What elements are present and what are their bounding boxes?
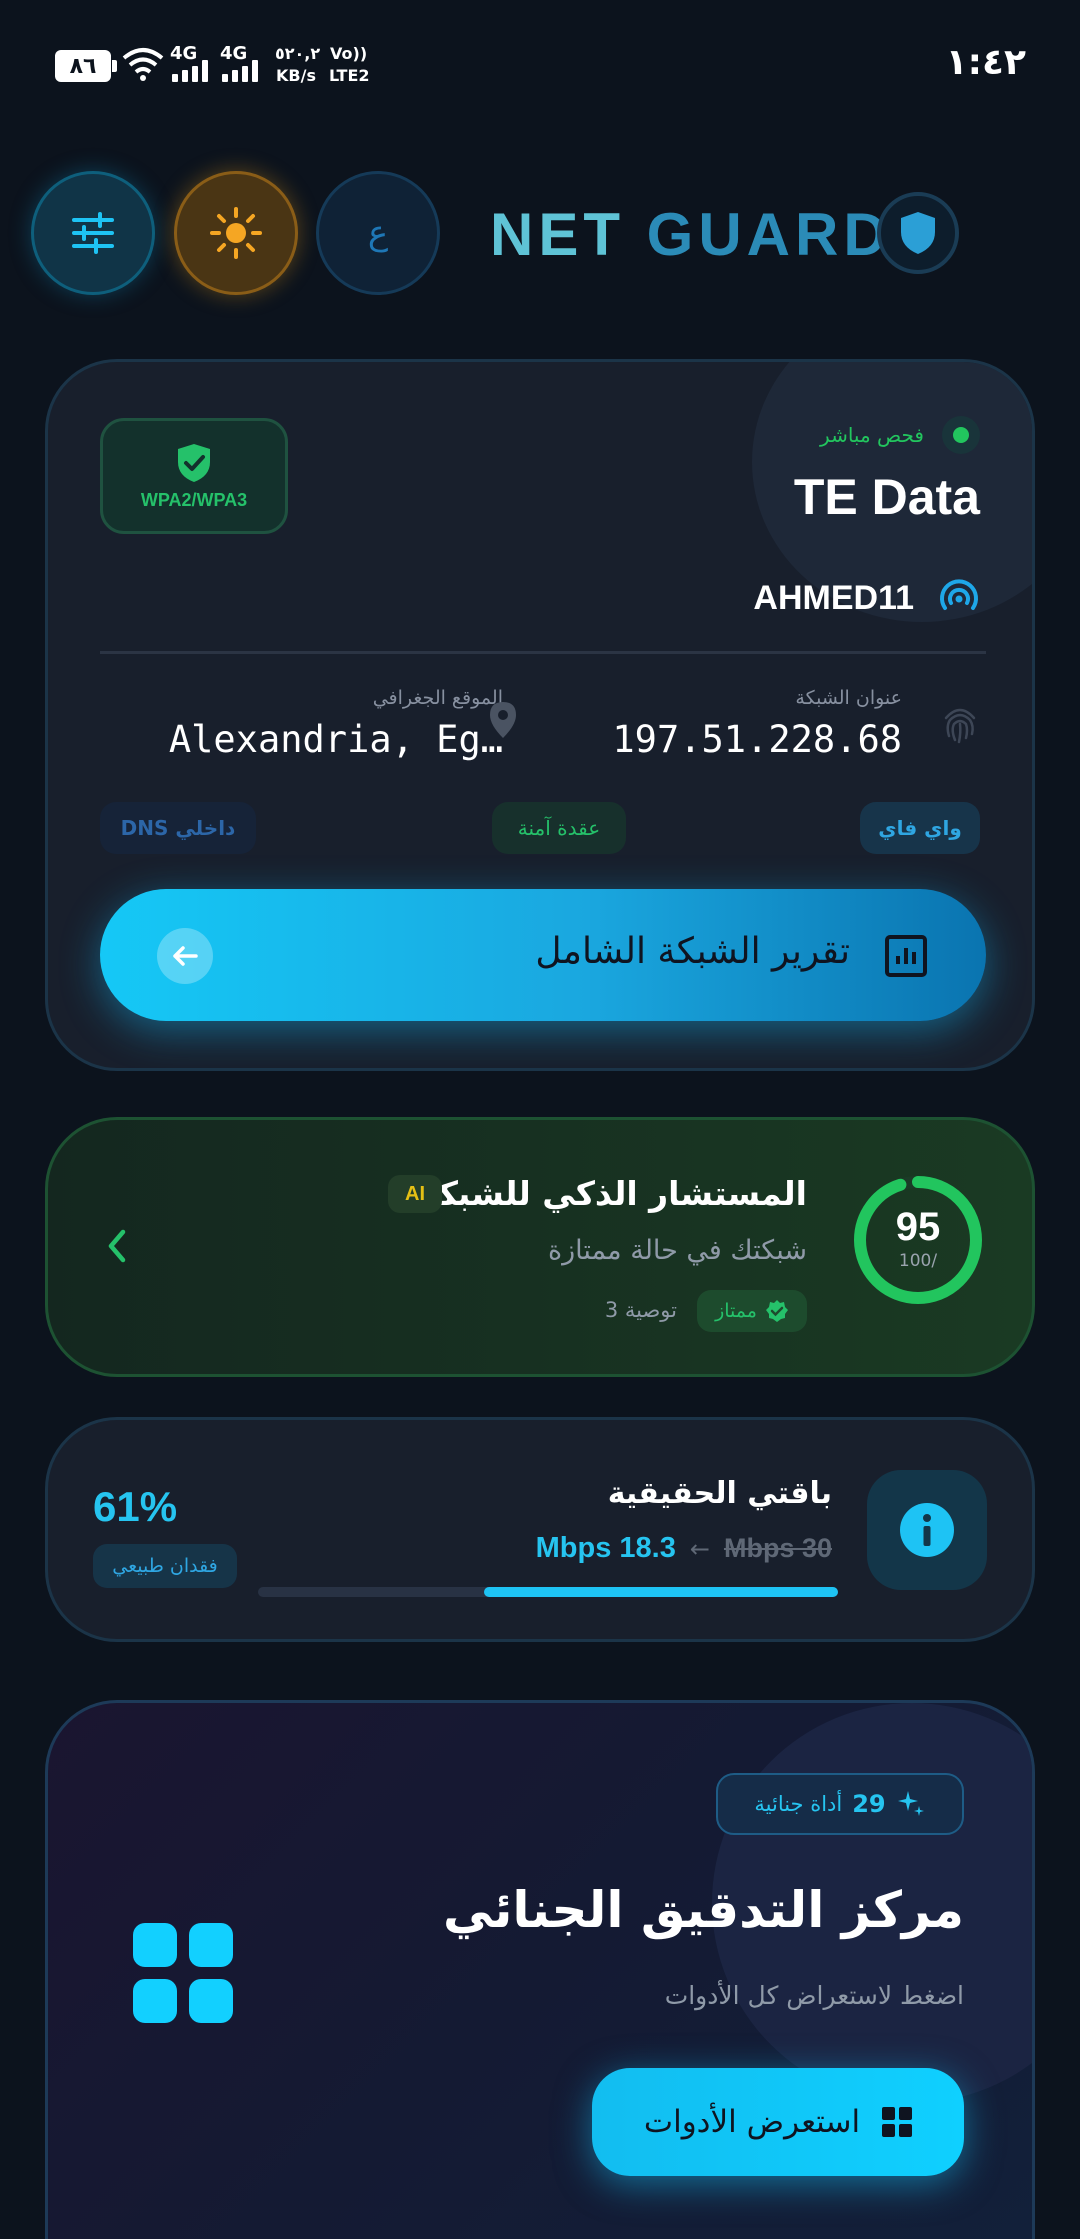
- tag-secure-node: عقدة آمنة: [492, 802, 626, 854]
- tools-label: أداة جنائية: [754, 1792, 843, 1816]
- shield-check-icon: [178, 443, 210, 482]
- live-scan-label: فحص مباشر: [820, 423, 924, 447]
- app-title: NET GUARD: [490, 200, 887, 270]
- network-info-card: WPA2/WPA3 فحص مباشر TE Data AHMED11 عنوا…: [45, 359, 1035, 1071]
- ai-badge: AI: [388, 1175, 442, 1213]
- status-label: ممتاز: [715, 1300, 757, 1322]
- browse-tools-button[interactable]: استعرض الأدوات: [592, 2068, 964, 2176]
- language-toggle-label: ع: [367, 213, 389, 253]
- tools-count-badge: 29 أداة جنائية: [716, 1773, 964, 1835]
- grid-icon: [133, 1923, 233, 2023]
- sun-icon: [210, 207, 262, 259]
- data-speed-value: ٥٢٠,٢: [275, 44, 321, 63]
- ai-advisor-subtitle: شبكتك في حالة ممتازة: [548, 1235, 807, 1266]
- arrow-left-icon: [157, 928, 213, 984]
- theme-toggle-button[interactable]: [174, 171, 298, 295]
- plan-title: باقتي الحقيقية: [607, 1476, 832, 1511]
- loss-percent: 61%: [93, 1483, 178, 1530]
- full-report-label: تقرير الشبكة الشامل: [535, 931, 850, 972]
- recommendations-count: 3 توصية: [604, 1298, 677, 1322]
- verified-icon: [765, 1300, 788, 1322]
- speed-comparison: Mbps 30 ← Mbps 18.3: [536, 1532, 832, 1565]
- forensic-center-card[interactable]: 29 أداة جنائية مركز التدقيق الجنائي اضغط…: [45, 1700, 1035, 2239]
- chevron-left-icon[interactable]: [106, 1228, 128, 1264]
- tag-wifi: واي فاي: [860, 802, 980, 854]
- ssid-row: AHMED11: [753, 578, 980, 618]
- actual-speed: Mbps 18.3: [535, 1532, 676, 1564]
- live-scan-indicator: فحص مباشر: [820, 416, 980, 454]
- divider: [100, 651, 986, 654]
- shield-badge: [877, 192, 959, 274]
- tools-count: 29: [852, 1790, 886, 1818]
- broadcast-icon: [940, 579, 978, 610]
- status-badge: ممتاز: [697, 1290, 807, 1332]
- wifi-icon: [122, 48, 164, 81]
- live-dot-icon: [942, 416, 980, 454]
- ai-advisor-card[interactable]: المستشار الذكي للشبكة AI شبكتك في حالة م…: [45, 1117, 1035, 1377]
- security-badge: WPA2/WPA3: [100, 418, 288, 534]
- sliders-icon: [72, 212, 114, 254]
- clock: ١:٤٢: [945, 42, 1026, 83]
- location-value: Alexandria, Eg…: [168, 718, 503, 761]
- ip-label: عنوان الشبكة: [795, 687, 902, 709]
- location-pin-icon: [490, 702, 516, 738]
- battery-indicator: ٨٦: [55, 50, 117, 82]
- fingerprint-icon: [944, 708, 976, 744]
- signal-bars-1-icon: [172, 60, 208, 82]
- lte-label: LTE2: [329, 66, 370, 85]
- shield-icon: [901, 212, 935, 254]
- ip-address: 197.51.228.68: [612, 718, 902, 761]
- location-label: الموقع الجغرافي: [372, 687, 503, 709]
- status-bar: ٨٦ 4G 4G ٥٢٠,٢ KB/s Vo)) LTE2 ١:٤٢: [0, 0, 1080, 130]
- bar-chart-icon: [885, 935, 927, 977]
- volte-label: Vo)): [330, 44, 368, 63]
- score-value: 95: [895, 1205, 941, 1249]
- brand-net: NET: [490, 201, 625, 268]
- language-toggle-button[interactable]: ع: [316, 171, 440, 295]
- speed-progress-bar: [258, 1587, 838, 1597]
- isp-name: TE Data: [793, 469, 980, 525]
- ssid-name: AHMED11: [753, 578, 914, 617]
- ai-advisor-title: المستشار الذكي للشبكة: [418, 1174, 807, 1213]
- loss-label: فقدان طبيعي: [93, 1544, 237, 1588]
- signal-bars-2-icon: [222, 60, 258, 82]
- sparkle-icon: [897, 1791, 924, 1816]
- arrow-left-icon: ←: [689, 1534, 710, 1563]
- settings-button[interactable]: [31, 171, 155, 295]
- security-badge-label: WPA2/WPA3: [140, 489, 248, 510]
- browse-tools-label: استعرض الأدوات: [643, 2104, 861, 2140]
- info-icon: [900, 1503, 954, 1557]
- subscribed-speed: Mbps 30: [723, 1533, 832, 1563]
- data-speed-unit: KB/s: [276, 66, 316, 85]
- full-report-button[interactable]: تقرير الشبكة الشامل: [100, 889, 986, 1021]
- speed-progress-fill: [484, 1587, 838, 1597]
- brand-guard: GUARD: [646, 201, 892, 268]
- tag-dns: DNS داخلي: [100, 802, 256, 854]
- score-max: 100/: [898, 1251, 938, 1271]
- forensic-subtitle: اضغط لاستعراض كل الأدوات: [664, 1981, 964, 2010]
- forensic-title: مركز التدقيق الجنائي: [443, 1881, 964, 1939]
- real-plan-card[interactable]: باقتي الحقيقية Mbps 30 ← Mbps 18.3 61% ف…: [45, 1417, 1035, 1642]
- info-button[interactable]: [867, 1470, 987, 1590]
- grid-small-icon: [882, 2107, 913, 2137]
